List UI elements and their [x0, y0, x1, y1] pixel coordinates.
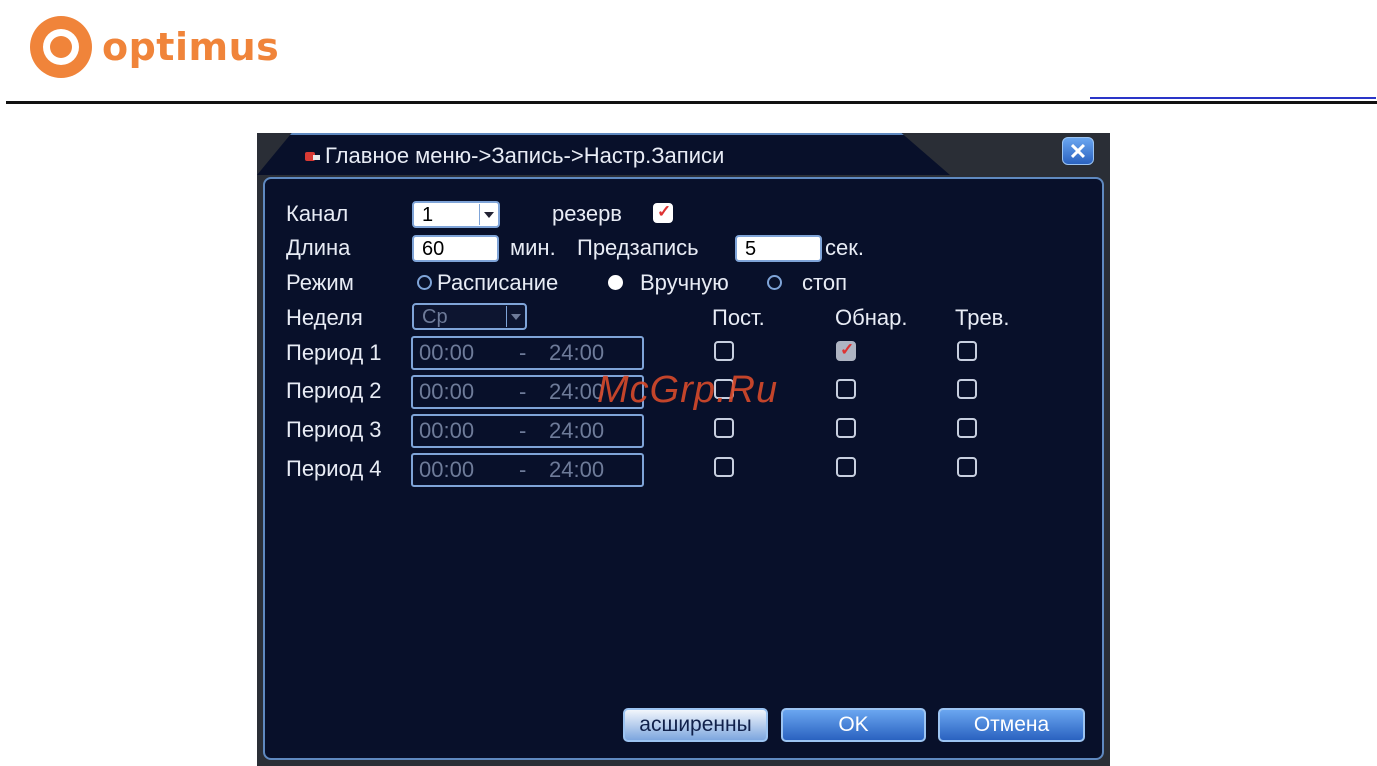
channel-select[interactable]: 1: [412, 201, 500, 228]
period-2-to: 24:00: [549, 379, 605, 404]
header-divider: [6, 101, 1377, 104]
week-value: Ср: [422, 306, 448, 328]
settings-panel: [263, 177, 1104, 760]
week-label: Неделя: [286, 305, 363, 330]
period-3-time[interactable]: 00:00 - 24:00: [411, 414, 644, 448]
period-2-label: Период 2: [286, 378, 382, 403]
length-label: Длина: [286, 235, 351, 260]
period-3-alarm-checkbox[interactable]: [957, 418, 977, 438]
period-1-time[interactable]: 00:00 - 24:00: [411, 336, 644, 370]
prerecord-input[interactable]: 5: [735, 235, 822, 262]
period-2-detect-checkbox[interactable]: [836, 379, 856, 399]
length-unit: мин.: [510, 235, 556, 260]
period-2-alarm-checkbox[interactable]: [957, 379, 977, 399]
mode-stop-radio[interactable]: [767, 275, 782, 290]
period-3-to: 24:00: [549, 418, 605, 443]
period-1-alarm-checkbox[interactable]: [957, 341, 977, 361]
cancel-button[interactable]: Отмена: [938, 708, 1085, 742]
period-4-alarm-checkbox[interactable]: [957, 457, 977, 477]
brand-name: optimus: [102, 25, 280, 69]
mode-label: Режим: [286, 270, 354, 295]
period-2-dash: -: [519, 379, 527, 404]
column-detect: Обнар.: [835, 305, 908, 330]
backup-label: резерв: [552, 201, 622, 226]
period-4-dash: -: [519, 457, 527, 482]
period-1-label: Период 1: [286, 340, 382, 365]
mode-schedule-radio[interactable]: [417, 275, 432, 290]
window-title: Главное меню->Запись->Настр.Записи: [325, 143, 725, 168]
period-4-time[interactable]: 00:00 - 24:00: [411, 453, 644, 487]
period-1-detect-checkbox[interactable]: [836, 340, 856, 361]
period-1-to: 24:00: [549, 340, 605, 365]
period-3-label: Период 3: [286, 417, 382, 442]
title-bar: Главное меню->Запись->Настр.Записи: [305, 143, 724, 169]
period-3-detect-checkbox[interactable]: [836, 418, 856, 438]
ok-button[interactable]: OK: [781, 708, 926, 742]
period-1-from: 00:00: [419, 340, 475, 365]
close-icon[interactable]: ✕: [1062, 137, 1094, 165]
watermark: McGrp.Ru: [597, 369, 779, 411]
mode-manual-radio[interactable]: [608, 275, 623, 290]
record-menu-icon: [305, 149, 321, 163]
period-3-dash: -: [519, 418, 527, 443]
week-select[interactable]: Ср: [412, 303, 527, 330]
mode-manual-label: Вручную: [640, 270, 729, 295]
period-4-label: Период 4: [286, 456, 382, 481]
backup-checkbox[interactable]: [653, 202, 673, 223]
channel-value: 1: [422, 204, 434, 226]
length-input[interactable]: 60: [412, 235, 499, 262]
period-4-regular-checkbox[interactable]: [714, 457, 734, 477]
period-1-regular-checkbox[interactable]: [714, 341, 734, 361]
period-4-from: 00:00: [419, 457, 475, 482]
brand: optimus: [30, 16, 279, 78]
column-regular: Пост.: [712, 305, 765, 330]
prerecord-unit: сек.: [825, 235, 864, 260]
period-1-dash: -: [519, 340, 527, 365]
period-4-detect-checkbox[interactable]: [836, 457, 856, 477]
mode-schedule-label: Расписание: [437, 270, 559, 295]
record-settings-window: Главное меню->Запись->Настр.Записи ✕ Кан…: [257, 133, 1110, 766]
prerecord-label: Предзапись: [577, 235, 699, 260]
period-3-from: 00:00: [419, 418, 475, 443]
mode-stop-label: стоп: [802, 270, 847, 295]
channel-label: Канал: [286, 201, 349, 226]
optimus-logo-icon: [30, 16, 92, 78]
chevron-down-icon: [479, 204, 497, 225]
column-alarm: Трев.: [955, 305, 1010, 330]
period-3-regular-checkbox[interactable]: [714, 418, 734, 438]
header-accent-line: [1090, 97, 1376, 99]
period-2-from: 00:00: [419, 379, 475, 404]
advanced-button[interactable]: асширенны: [623, 708, 768, 742]
chevron-down-icon: [506, 306, 524, 327]
period-4-to: 24:00: [549, 457, 605, 482]
